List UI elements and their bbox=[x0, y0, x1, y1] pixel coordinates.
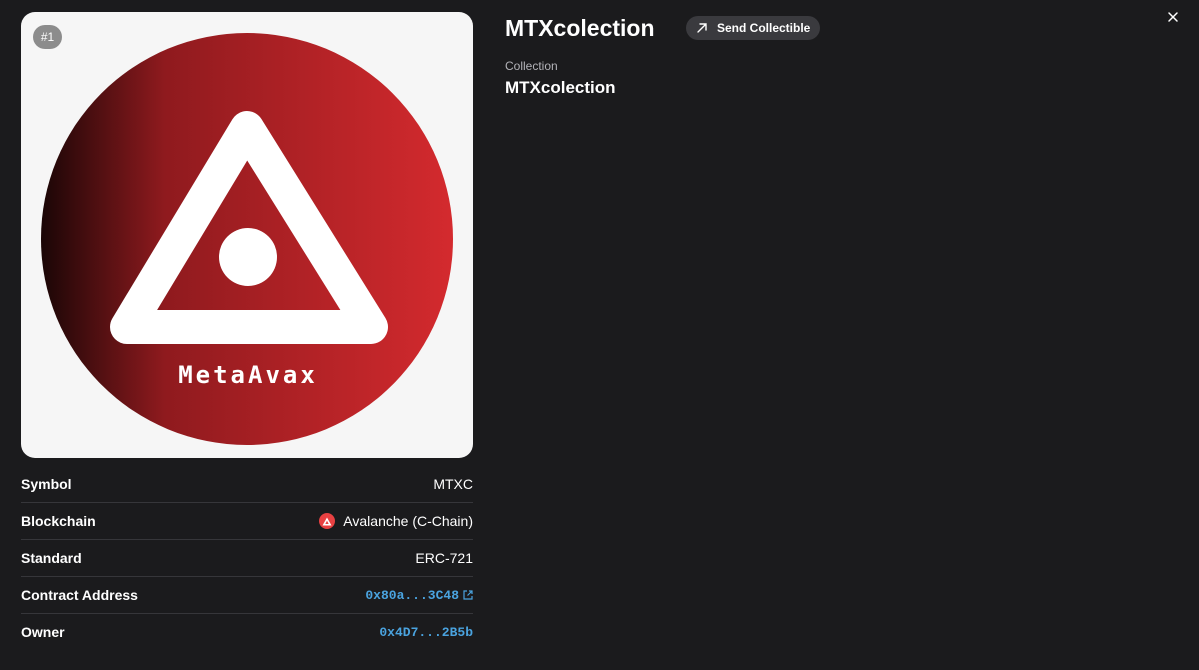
standard-label: Standard bbox=[21, 550, 82, 566]
collection-name: MTXcolection bbox=[505, 78, 616, 97]
symbol-value: MTXC bbox=[433, 476, 473, 492]
details-list: Symbol MTXC Blockchain Avalanche (C-Chai… bbox=[21, 466, 473, 650]
detail-row-owner: Owner 0x4D7...2B5b bbox=[21, 613, 473, 650]
close-icon[interactable] bbox=[1167, 11, 1179, 23]
logo-dot bbox=[219, 228, 277, 286]
send-collectible-label: Send Collectible bbox=[717, 21, 811, 35]
detail-row-contract: Contract Address 0x80a...3C48 bbox=[21, 576, 473, 613]
contract-label: Contract Address bbox=[21, 587, 138, 603]
avalanche-icon bbox=[319, 513, 336, 529]
page-title: MTXcolection bbox=[505, 15, 655, 41]
collectible-detail-page: MetaAvax #1 Symbol MTXC Blockchain Avala… bbox=[0, 0, 1199, 670]
detail-row-standard: Standard ERC-721 bbox=[21, 539, 473, 576]
collection-caption: Collection bbox=[505, 59, 558, 73]
close-button[interactable] bbox=[1163, 7, 1183, 27]
detail-row-symbol: Symbol MTXC bbox=[21, 466, 473, 502]
owner-address[interactable]: 0x4D7...2B5b bbox=[379, 625, 473, 640]
detail-row-blockchain: Blockchain Avalanche (C-Chain) bbox=[21, 502, 473, 539]
blockchain-value: Avalanche (C-Chain) bbox=[343, 513, 473, 529]
collectible-image: MetaAvax #1 bbox=[21, 12, 473, 458]
index-badge: #1 bbox=[33, 25, 62, 49]
contract-link[interactable]: 0x80a...3C48 bbox=[365, 588, 473, 603]
owner-label: Owner bbox=[21, 624, 65, 640]
blockchain-value-group: Avalanche (C-Chain) bbox=[319, 513, 473, 529]
symbol-label: Symbol bbox=[21, 476, 72, 492]
send-collectible-button[interactable]: Send Collectible bbox=[686, 16, 820, 40]
blockchain-label: Blockchain bbox=[21, 513, 96, 529]
external-link-icon[interactable] bbox=[463, 590, 473, 600]
logo-text: MetaAvax bbox=[178, 361, 318, 389]
standard-value: ERC-721 bbox=[415, 550, 473, 566]
left-column: MetaAvax #1 Symbol MTXC Blockchain Avala… bbox=[21, 12, 473, 650]
contract-address[interactable]: 0x80a...3C48 bbox=[365, 588, 459, 603]
arrow-up-right-icon bbox=[696, 22, 708, 34]
metaavax-logo: MetaAvax bbox=[41, 33, 453, 445]
